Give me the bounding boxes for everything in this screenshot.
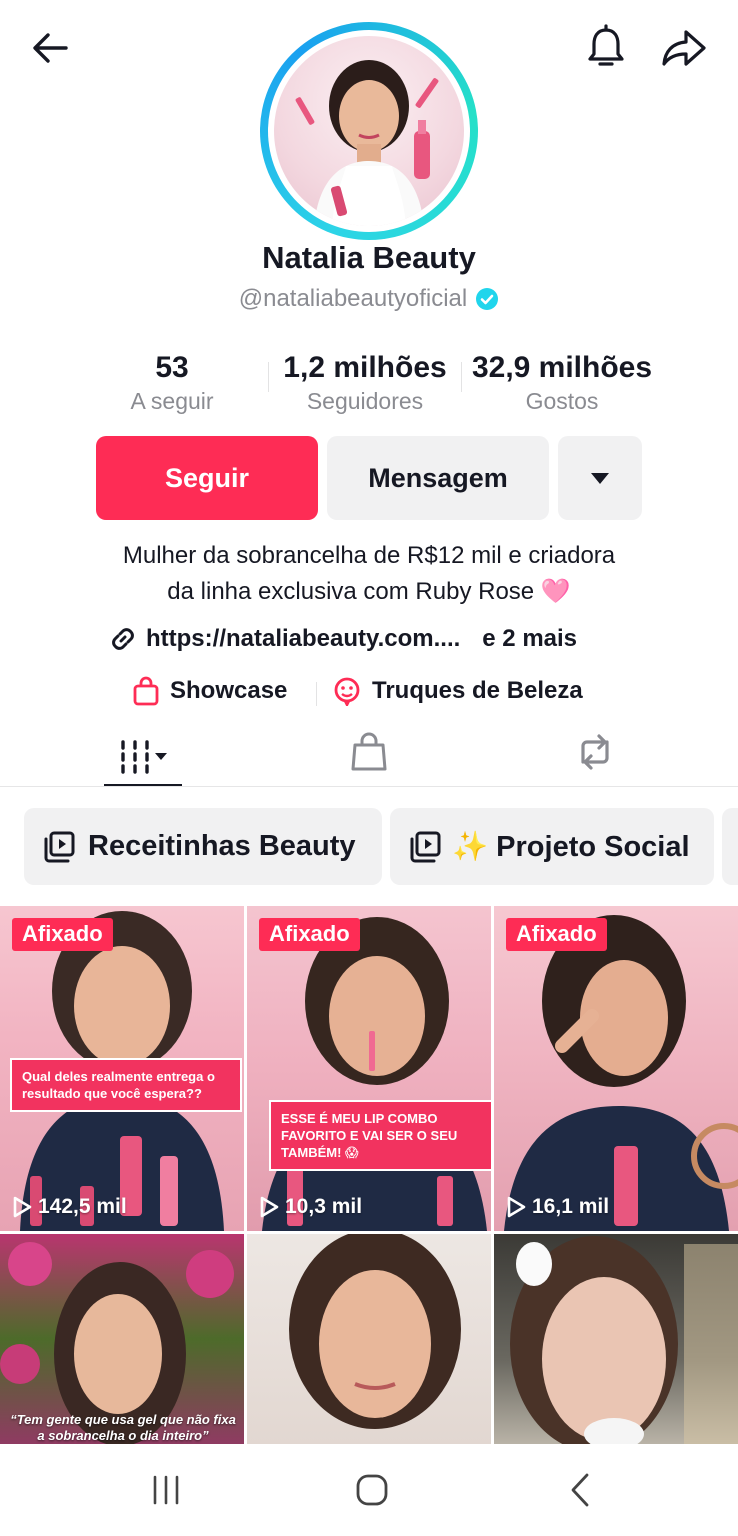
suggested-accounts-button[interactable] <box>558 436 642 520</box>
beauty-tips-link[interactable]: Truques de Beleza <box>332 676 583 706</box>
likes-count: 32,9 milhões <box>471 351 653 384</box>
play-icon <box>260 1196 279 1218</box>
video-caption: ESSE É MEU LIP COMBO FAVORITO E VAI SER … <box>269 1100 491 1171</box>
caret-down-icon <box>591 473 609 484</box>
beauty-tips-label: Truques de Beleza <box>372 677 583 704</box>
video-caption: “Tem gente que usa gel que não fixa a so… <box>10 1412 236 1443</box>
playlist-icon <box>44 831 75 862</box>
followers-label: Seguidores <box>306 388 424 414</box>
tab-divider <box>0 786 738 787</box>
view-count: 16,1 mil <box>506 1195 609 1219</box>
following-label: A seguir <box>130 388 214 414</box>
playlist-chip[interactable]: Receitinhas Beauty <box>24 808 382 885</box>
following-count: 53 <box>155 351 189 384</box>
recent-apps-icon <box>153 1475 179 1505</box>
home-icon <box>356 1474 388 1506</box>
avatar-photo <box>274 36 464 226</box>
back-button[interactable] <box>24 22 76 74</box>
arrow-left-icon <box>33 33 68 63</box>
shopping-bag-icon <box>133 676 159 706</box>
verified-badge-icon <box>476 288 499 310</box>
playlist-chip[interactable]: ✨ Projeto Social <box>390 808 714 885</box>
profile-name: Natalia Beauty <box>262 240 476 275</box>
video-thumbnail[interactable]: Afixado 16,1 mil <box>494 906 738 1231</box>
share-button[interactable] <box>658 22 710 74</box>
notification-button[interactable] <box>580 22 632 74</box>
recent-apps-button[interactable] <box>140 1470 192 1510</box>
pinned-badge: Afixado <box>506 918 607 951</box>
stat-divider <box>268 362 269 392</box>
playlist-icon <box>410 831 441 862</box>
tab-videos[interactable] <box>104 724 182 786</box>
profile-handle: @nataliabeautyoficial <box>238 285 468 312</box>
link-divider <box>316 682 317 706</box>
system-back-button[interactable] <box>554 1470 606 1510</box>
playlist-label: ✨ Projeto Social <box>452 830 690 863</box>
play-icon <box>507 1196 526 1218</box>
view-count-label: 10,3 mil <box>285 1195 363 1218</box>
video-thumbnail[interactable]: Afixado ESSE É MEU LIP COMBO FAVORITO E … <box>247 906 491 1231</box>
view-count-label: 16,1 mil <box>532 1195 610 1218</box>
playlist-label: Receitinhas Beauty <box>88 830 356 862</box>
view-count-label: 142,5 mil <box>38 1195 127 1218</box>
play-icon <box>13 1196 32 1218</box>
system-navbar <box>0 1444 738 1536</box>
grid-icon <box>121 740 167 774</box>
tab-reposts[interactable] <box>566 724 624 780</box>
likes-label: Gostos <box>525 388 599 414</box>
shopping-bag-icon <box>351 732 387 771</box>
bio-link[interactable]: https://nataliabeauty.com.... <box>146 625 460 653</box>
video-thumbnail[interactable]: “Tem gente que usa gel que não fixa a so… <box>0 1234 244 1444</box>
avatar[interactable] <box>260 22 478 240</box>
bio-link-row[interactable]: https://nataliabeauty.com.... e 2 mais <box>108 624 577 654</box>
back-chevron-icon <box>571 1473 589 1507</box>
message-button[interactable]: Mensagem <box>327 436 549 520</box>
video-thumbnail[interactable]: Afixado Qual deles realmente entrega o r… <box>0 906 244 1231</box>
followers-count: 1,2 milhões <box>283 351 447 384</box>
share-arrow-icon <box>662 30 706 66</box>
bio-line-2: da linha exclusiva com Ruby Rose 🩷 <box>167 578 571 605</box>
profile-handle-row: @nataliabeautyoficial <box>0 285 738 313</box>
pinned-badge: Afixado <box>259 918 360 951</box>
showcase-link[interactable]: Showcase <box>132 676 287 706</box>
bell-icon <box>588 24 624 66</box>
bio-line-1: Mulher da sobrancelha de R$12 mil e cria… <box>122 542 616 569</box>
video-caption: Qual deles realmente entrega o resultado… <box>10 1058 242 1112</box>
pinned-badge: Afixado <box>12 918 113 951</box>
repost-icon <box>581 734 609 770</box>
face-mask-icon <box>334 677 360 706</box>
home-button[interactable] <box>346 1470 398 1510</box>
view-count: 142,5 mil <box>12 1195 127 1219</box>
link-icon <box>112 628 134 650</box>
follow-button[interactable]: Seguir <box>96 436 318 520</box>
tab-shop[interactable] <box>340 724 398 780</box>
view-count: 10,3 mil <box>259 1195 362 1219</box>
bio-link-more[interactable]: e 2 mais <box>482 625 577 653</box>
showcase-label: Showcase <box>170 677 288 704</box>
video-thumbnail[interactable] <box>247 1234 491 1444</box>
playlist-chip-partial[interactable] <box>722 808 738 885</box>
video-thumbnail[interactable] <box>494 1234 738 1444</box>
